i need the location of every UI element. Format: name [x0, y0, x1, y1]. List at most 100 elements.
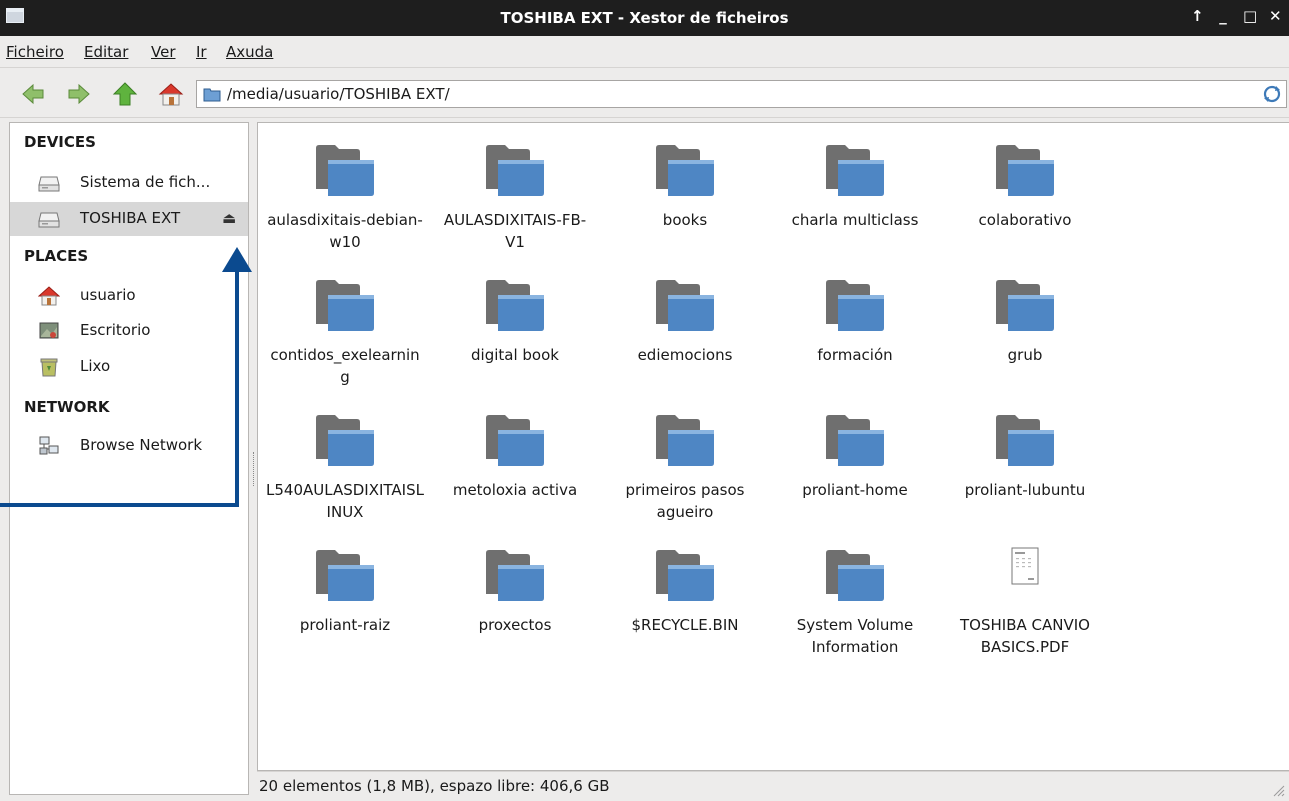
folder-icon [826, 550, 884, 601]
sidebar-item-label: Sistema de fich... [80, 173, 211, 191]
drive-icon [38, 212, 60, 228]
folder-icon [656, 415, 714, 466]
folder-item[interactable]: contidos_exelearning [260, 258, 430, 388]
window-controls: ↑ _ □ ✕ [1191, 7, 1282, 25]
file-name: charla multiclass [791, 211, 919, 229]
up-button[interactable] [112, 81, 138, 107]
folder-icon [656, 280, 714, 331]
folder-item[interactable]: charla multiclass [770, 123, 940, 253]
menu-ficheiro[interactable]: Ficheiro [6, 43, 64, 61]
file-name: ediemocions [637, 346, 733, 364]
file-name: proliant-lubuntu [964, 481, 1086, 499]
refresh-icon[interactable] [1262, 84, 1282, 104]
title-bar[interactable]: TOSHIBA EXT - Xestor de ficheiros ↑ _ □ … [0, 0, 1289, 36]
file-name: colaborativo [978, 211, 1072, 229]
status-text: 20 elementos (1,8 MB), espazo libre: 406… [259, 777, 610, 795]
file-grid[interactable]: aulasdixitais-debian-w10 AULASDIXITAIS-FB… [257, 122, 1289, 771]
folder-item[interactable]: System Volume Information [770, 528, 940, 658]
folder-icon [996, 415, 1054, 466]
folder-item[interactable]: ediemocions [600, 258, 770, 388]
folder-item[interactable]: grub [940, 258, 1110, 388]
menu-ver[interactable]: Ver [151, 43, 176, 61]
folder-icon [316, 145, 374, 196]
folder-icon [316, 280, 374, 331]
sidebar-item-toshiba[interactable]: TOSHIBA EXT ⏏ [10, 202, 248, 236]
folder-icon [316, 550, 374, 601]
maximize-button[interactable]: □ [1243, 7, 1257, 25]
location-bar[interactable]: /media/usuario/TOSHIBA EXT/ [196, 80, 1287, 108]
menu-axuda[interactable]: Axuda [226, 43, 273, 61]
file-name: metoloxia activa [452, 481, 578, 499]
file-name: TOSHIBA CANVIO BASICS.PDF [960, 616, 1090, 656]
forward-button[interactable] [66, 81, 92, 107]
folder-item[interactable]: digital book [430, 258, 600, 388]
folder-item[interactable]: aulasdixitais-debian-w10 [260, 123, 430, 253]
up-arrow-icon [112, 82, 138, 106]
file-item[interactable]: TOSHIBA CANVIO BASICS.PDF [940, 528, 1110, 658]
file-name: $RECYCLE.BIN [631, 616, 739, 634]
file-name: proliant-home [802, 481, 908, 499]
pane-splitter[interactable] [251, 122, 256, 795]
folder-item[interactable]: formación [770, 258, 940, 388]
resize-grip-icon[interactable] [1271, 783, 1285, 797]
folder-item[interactable]: primeiros pasos agueiro [600, 393, 770, 523]
menu-bar: Ficheiro Editar Ver Ir Axuda [0, 36, 1289, 68]
home-button[interactable] [158, 81, 184, 107]
menu-axuda-label: Axuda [226, 43, 274, 61]
folder-icon [203, 88, 221, 102]
desktop-icon [39, 322, 59, 339]
folder-icon [486, 145, 544, 196]
file-name: AULASDIXITAIS-FB-V1 [443, 211, 587, 251]
back-button[interactable] [20, 81, 46, 107]
sidebar-item-escritorio[interactable]: Escritorio [10, 314, 248, 348]
network-header: NETWORK [24, 398, 110, 416]
trash-icon [40, 358, 58, 377]
sidebar-item-browse-network[interactable]: Browse Network [10, 429, 248, 463]
status-bar: 20 elementos (1,8 MB), espazo libre: 406… [257, 771, 1289, 801]
menu-editar[interactable]: Editar [84, 43, 128, 61]
folder-icon [996, 280, 1054, 331]
location-path: /media/usuario/TOSHIBA EXT/ [227, 85, 450, 103]
file-manager-window: TOSHIBA EXT - Xestor de ficheiros ↑ _ □ … [0, 0, 1289, 801]
sidebar-item-label: TOSHIBA EXT [80, 209, 181, 227]
folder-icon [486, 550, 544, 601]
folder-item[interactable]: colaborativo [940, 123, 1110, 253]
devices-header: DEVICES [24, 133, 96, 151]
sidebar-item-label: usuario [80, 286, 136, 304]
file-name: grub [1007, 346, 1043, 364]
folder-icon [826, 415, 884, 466]
folder-item[interactable]: proliant-home [770, 393, 940, 523]
close-button[interactable]: ✕ [1269, 7, 1282, 25]
forward-arrow-icon [68, 83, 90, 105]
menu-editar-label: Editar [84, 43, 129, 61]
folder-item[interactable]: proxectos [430, 528, 600, 658]
file-name: proliant-raiz [299, 616, 391, 634]
file-name: digital book [471, 346, 559, 364]
keep-above-button[interactable]: ↑ [1191, 7, 1204, 25]
menu-ir[interactable]: Ir [196, 43, 207, 61]
file-name: proxectos [478, 616, 552, 634]
sidebar-item-usuario[interactable]: usuario [10, 279, 248, 313]
folder-item[interactable]: AULASDIXITAIS-FB-V1 [430, 123, 600, 253]
sidebar-item-sistema[interactable]: Sistema de fich... [10, 166, 248, 200]
eject-icon[interactable]: ⏏ [222, 209, 236, 227]
sidebar: DEVICES Sistema de fich... TOSHIBA EXT ⏏… [9, 122, 249, 795]
folder-icon [996, 145, 1054, 196]
sidebar-item-label: Browse Network [80, 436, 203, 454]
toolbar: /media/usuario/TOSHIBA EXT/ [0, 68, 1289, 118]
folder-item[interactable]: L540AULASDIXITAISLINUX [260, 393, 430, 523]
menu-ver-label: Ver [151, 43, 176, 61]
folder-item[interactable]: proliant-lubuntu [940, 393, 1110, 523]
sidebar-item-label: Lixo [80, 357, 111, 375]
minimize-button[interactable]: _ [1217, 7, 1229, 25]
sidebar-item-lixo[interactable]: Lixo [10, 350, 248, 384]
folder-icon [656, 145, 714, 196]
folder-item[interactable]: books [600, 123, 770, 253]
home-icon [158, 83, 184, 106]
folder-icon [826, 280, 884, 331]
file-name: contidos_exelearning [270, 346, 420, 386]
folder-item[interactable]: proliant-raiz [260, 528, 430, 658]
file-name: aulasdixitais-debian-w10 [267, 211, 423, 251]
folder-item[interactable]: $RECYCLE.BIN [600, 528, 770, 658]
folder-item[interactable]: metoloxia activa [430, 393, 600, 523]
